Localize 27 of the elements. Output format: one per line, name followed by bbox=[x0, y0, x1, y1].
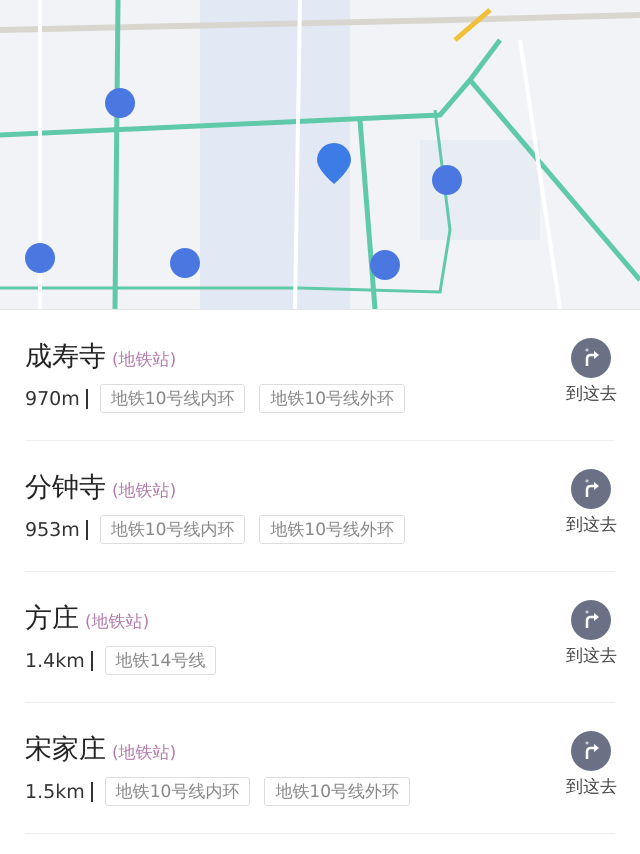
station-name: 分钟寺 bbox=[25, 471, 106, 505]
go-here-button[interactable]: 到这去 bbox=[566, 775, 617, 798]
station-category: (地铁站) bbox=[112, 349, 176, 371]
station-category: (地铁站) bbox=[112, 742, 176, 764]
line-tag: 地铁10号线内环 bbox=[100, 515, 246, 544]
go-here-button[interactable]: 到这去 bbox=[566, 382, 617, 405]
station-category: (地铁站) bbox=[85, 611, 150, 633]
go-here-button[interactable]: 到这去 bbox=[566, 644, 617, 667]
station-name: 方庄 bbox=[25, 602, 79, 636]
line-tag: 地铁10号线外环 bbox=[259, 515, 406, 544]
directions-icon[interactable] bbox=[570, 731, 610, 771]
distance: 970m bbox=[25, 388, 80, 410]
distance: 1.4km bbox=[25, 650, 85, 672]
station-name: 成寿寺 bbox=[25, 340, 106, 374]
distance: 953m bbox=[25, 518, 80, 540]
line-tag: 地铁14号线 bbox=[104, 646, 216, 675]
line-tag: 地铁10号线内环 bbox=[104, 777, 250, 806]
directions-icon[interactable] bbox=[570, 600, 610, 640]
station-category: (地铁站) bbox=[112, 480, 176, 502]
line-tag: 地铁10号线外环 bbox=[259, 384, 406, 413]
go-here-button[interactable]: 到这去 bbox=[566, 513, 617, 536]
directions-icon[interactable] bbox=[570, 469, 610, 509]
station-name: 宋家庄 bbox=[25, 733, 106, 767]
distance: 1.5km bbox=[25, 780, 85, 802]
line-tag: 地铁10号线外环 bbox=[264, 777, 410, 806]
directions-icon[interactable] bbox=[570, 338, 610, 378]
line-tag: 地铁10号线内环 bbox=[100, 384, 246, 413]
